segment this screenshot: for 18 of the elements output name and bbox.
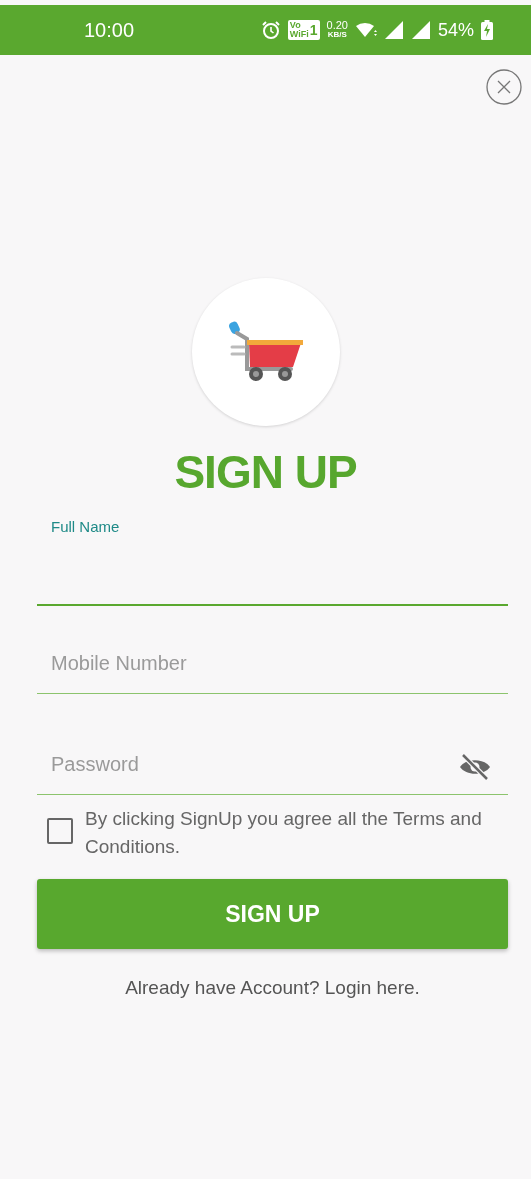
signal-icon [383,20,404,40]
close-icon[interactable] [486,69,522,105]
page-title: SIGN UP [173,445,358,500]
input-field[interactable]: Mobile Number [37,634,508,694]
terms-text: By clicking SignUp you agree all the Terms and Conditions. [85,807,483,859]
checkbox[interactable] [47,818,73,844]
network-speed: 0.20 [326,20,348,30]
wifi-icon [354,21,377,39]
eye-off-icon[interactable] [458,753,492,781]
speed-unit: KB/S [327,30,347,40]
battery-charging-icon [481,20,493,40]
alarm-icon [260,20,281,40]
signal-icon [410,20,431,40]
battery-percent: 54% [437,19,474,41]
field-label: Full Name [51,518,120,535]
clock-time: 10:00 [84,18,135,42]
login-link[interactable]: Already have Account? Login here. [125,977,420,998]
shopping-cart-icon [228,321,303,383]
